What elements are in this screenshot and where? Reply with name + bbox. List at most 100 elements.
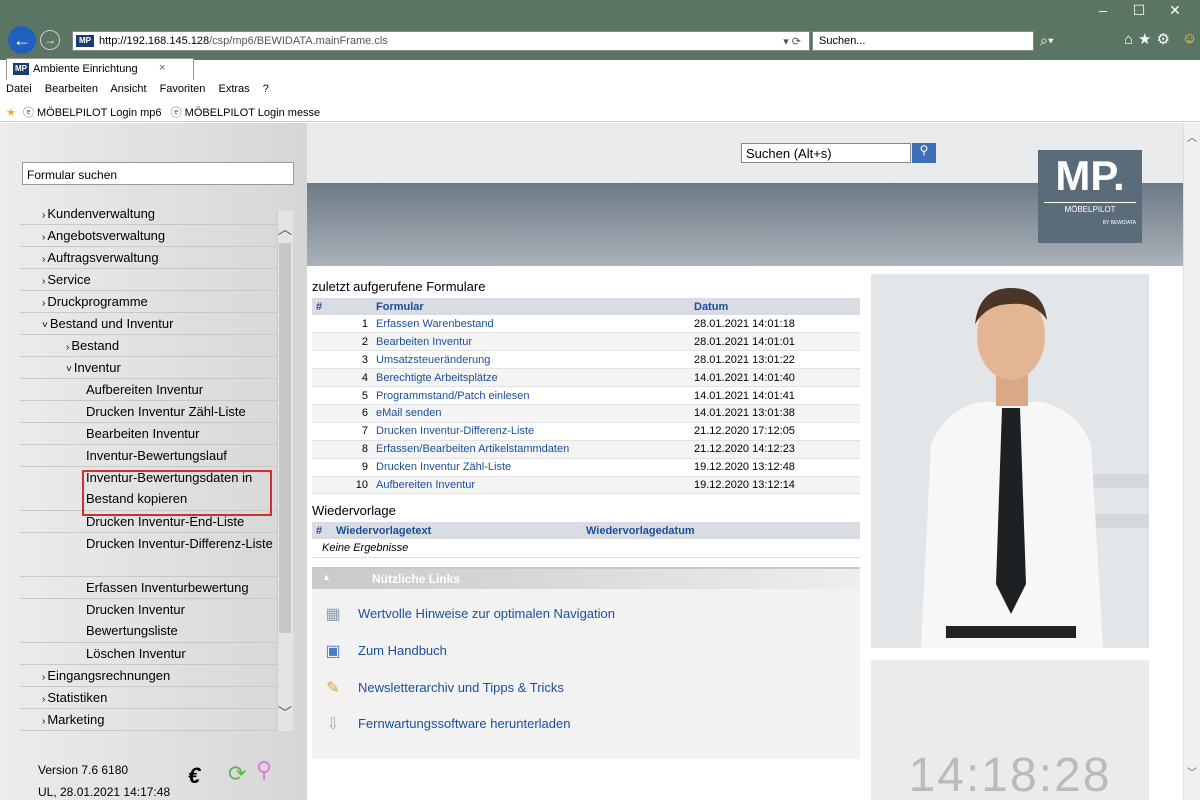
col-formular[interactable]: Formular bbox=[372, 298, 690, 315]
table-row[interactable]: 2 Bearbeiten Inventur 28.01.2021 14:01:01 bbox=[312, 332, 860, 352]
form-link[interactable]: Umsatzsteueränderung bbox=[376, 354, 490, 366]
menu-help[interactable]: ? bbox=[263, 83, 269, 95]
menu-datei[interactable]: Datei bbox=[6, 83, 32, 95]
url-path: /csp/mp6/BEWIDATA.mainFrame.cls bbox=[209, 35, 388, 47]
table-row[interactable]: 9 Drucken Inventur Zähl-Liste 19.12.2020 1… bbox=[312, 458, 860, 477]
browser-search-input[interactable]: Suchen... bbox=[812, 31, 1034, 51]
address-bar[interactable]: MP http://192.168.145.128/csp/mp6/BEWIDA… bbox=[72, 31, 810, 51]
sidebar-item[interactable]: › Service bbox=[20, 269, 278, 291]
sidebar-item[interactable]: › Auftragsverwaltung bbox=[20, 247, 278, 269]
useful-links-header[interactable]: ▲ Nützliche Links bbox=[312, 569, 860, 589]
form-link[interactable]: eMail senden bbox=[376, 407, 441, 419]
sidebar-item[interactable]: ˅ Inventur bbox=[20, 357, 278, 379]
search-dropdown-icon[interactable]: ⌕▾ bbox=[1040, 32, 1054, 49]
chevron-right-icon: › bbox=[42, 716, 46, 727]
sidebar-item[interactable]: Aufbereiten Inventur bbox=[20, 379, 278, 401]
maximize-button[interactable]: ☐ bbox=[1124, 2, 1154, 19]
sidebar-scroll-thumb[interactable] bbox=[279, 243, 291, 633]
toolbar-icons[interactable]: ⌂★⚙ bbox=[1124, 30, 1175, 48]
pin-icon[interactable]: ⚲ bbox=[256, 757, 272, 783]
table-row[interactable]: 5 Programmstand/Patch einlesen 14.01.2021 … bbox=[312, 386, 860, 405]
favorite-link-mp6[interactable]: MÖBELPILOT Login mp6 bbox=[37, 107, 162, 119]
sidebar-item[interactable]: › Eingangsrechnungen bbox=[20, 665, 278, 687]
back-button[interactable]: ← bbox=[8, 26, 36, 54]
app-search-button[interactable]: ⚲ bbox=[912, 143, 936, 163]
sidebar-item[interactable]: Löschen Inventur bbox=[20, 643, 278, 665]
link-label: Zum Handbuch bbox=[358, 643, 447, 658]
collapse-icon[interactable]: ▲ bbox=[322, 572, 331, 582]
chevron-down-icon: ˅ bbox=[42, 320, 48, 331]
sidebar-item[interactable]: ˅ Bestand und Inventur bbox=[20, 313, 278, 335]
menu-extras[interactable]: Extras bbox=[218, 83, 249, 95]
menu-bearbeiten[interactable]: Bearbeiten bbox=[45, 83, 98, 95]
sidebar-item[interactable]: Drucken Inventur-Differenz-Liste bbox=[20, 533, 278, 577]
smiley-icon[interactable]: ☺ bbox=[1182, 30, 1197, 47]
table-row[interactable]: 4 Berechtigte Arbeitsplätze 14.01.2021 14:… bbox=[312, 368, 860, 388]
table-row[interactable]: 10 Aufbereiten Inventur 19.12.2020 13:12:1… bbox=[312, 476, 860, 495]
form-link[interactable]: Erfassen/Bearbeiten Artikelstammdaten bbox=[376, 443, 569, 455]
form-link[interactable]: Drucken Inventur-Differenz-Liste bbox=[376, 425, 534, 437]
link-navigation[interactable]: ▦ Wertvolle Hinweise zur optimalen Naviga… bbox=[322, 601, 615, 627]
tab-ambiente-einrichtung[interactable]: MP Ambiente Einrichtung × bbox=[6, 58, 194, 80]
minimize-button[interactable]: – bbox=[1088, 2, 1118, 18]
table-row[interactable]: 8 Erfassen/Bearbeiten Artikelstammdaten 21… bbox=[312, 440, 860, 459]
sidebar-item[interactable]: › Druckprogramme bbox=[20, 291, 278, 313]
sidebar-item[interactable]: › Angebotsverwaltung bbox=[20, 225, 278, 247]
form-search-input[interactable]: Formular suchen bbox=[22, 162, 294, 185]
link-newsletter[interactable]: ✎ Newsletterarchiv und Tipps & Tricks bbox=[322, 675, 564, 701]
sidebar-item[interactable]: Erfassen Inventurbewertung bbox=[20, 577, 278, 599]
forward-button[interactable]: → bbox=[40, 30, 60, 50]
favorites-star-icon[interactable]: ★ bbox=[6, 107, 16, 119]
col-number[interactable]: # bbox=[312, 522, 332, 539]
menu-favoriten[interactable]: Favoriten bbox=[160, 83, 206, 95]
table-row[interactable]: 3 Umsatzsteueränderung 28.01.2021 13:01:22 bbox=[312, 350, 860, 370]
sidebar-item[interactable]: Drucken Inventur Bewertungsliste bbox=[20, 599, 278, 643]
refresh-button[interactable]: ▾ ⟳ bbox=[783, 35, 801, 48]
app-search-input[interactable]: Suchen (Alt+s) bbox=[741, 143, 911, 163]
col-wiedervorlagetext[interactable]: Wiedervorlagetext bbox=[332, 522, 582, 539]
download-icon: ⇩ bbox=[326, 715, 340, 733]
favorite-link-messe[interactable]: MÖBELPILOT Login messe bbox=[185, 107, 321, 119]
sidebar-item[interactable]: › Kundenverwaltung bbox=[20, 203, 278, 225]
sidebar-item[interactable]: › Marketing bbox=[20, 709, 278, 731]
sidebar-item[interactable]: › Statistiken bbox=[20, 687, 278, 709]
chevron-right-icon: › bbox=[42, 694, 46, 705]
tab-close-icon[interactable]: × bbox=[159, 62, 165, 74]
col-datum[interactable]: Datum bbox=[690, 298, 860, 315]
table-row[interactable]: 7 Drucken Inventur-Differenz-Liste 21.12.2… bbox=[312, 422, 860, 441]
sidebar-item[interactable]: Drucken Inventur Zähl-Liste bbox=[20, 401, 278, 423]
form-link[interactable]: Aufbereiten Inventur bbox=[376, 479, 475, 491]
scroll-up-icon[interactable]: ︿ bbox=[1184, 129, 1200, 144]
chevron-right-icon: › bbox=[42, 210, 46, 221]
sidebar-item[interactable]: Bearbeiten Inventur bbox=[20, 423, 278, 445]
form-link[interactable]: Erfassen Warenbestand bbox=[376, 318, 494, 330]
refresh-icon[interactable]: ⟳ bbox=[228, 761, 246, 787]
sidebar-item-label: Aufbereiten Inventur bbox=[86, 382, 204, 397]
date-cell: 21.12.2020 14:12:23 bbox=[690, 440, 860, 459]
link-handbuch[interactable]: ▣ Zum Handbuch bbox=[322, 638, 447, 664]
date-cell: 14.01.2021 14:01:40 bbox=[690, 368, 860, 388]
scroll-down-icon[interactable]: ﹀ bbox=[278, 703, 292, 723]
sidebar-menu: › Kundenverwaltung › Angebotsverwaltung › Auf… bbox=[20, 203, 278, 731]
form-link[interactable]: Berechtigte Arbeitsplätze bbox=[376, 372, 498, 384]
scroll-up-icon[interactable]: ︿ bbox=[278, 219, 292, 239]
form-link[interactable]: Bearbeiten Inventur bbox=[376, 336, 472, 348]
form-link[interactable]: Programmstand/Patch einlesen bbox=[376, 390, 529, 402]
search-icon: ⚲ bbox=[919, 143, 929, 157]
col-number[interactable]: # bbox=[312, 298, 372, 315]
link-fernwartung[interactable]: ⇩ Fernwartungssoftware herunterladen bbox=[322, 711, 570, 737]
sidebar-item[interactable]: › Bestand bbox=[20, 335, 278, 357]
col-wiedervorlagedatum[interactable]: Wiedervorlagedatum bbox=[582, 522, 860, 539]
euro-icon[interactable]: € bbox=[188, 763, 200, 789]
table-row[interactable]: 1 Erfassen Warenbestand 28.01.2021 14:01:1… bbox=[312, 315, 860, 334]
sidebar-item[interactable]: Inventur-Bewertungslauf bbox=[20, 445, 278, 467]
close-window-button[interactable]: ✕ bbox=[1160, 2, 1190, 19]
wiedervorlage-title: Wiedervorlage bbox=[312, 503, 396, 518]
date-cell: 19.12.2020 13:12:48 bbox=[690, 458, 860, 477]
table-row[interactable]: 6 eMail senden 14.01.2021 13:01:38 bbox=[312, 404, 860, 423]
form-link[interactable]: Drucken Inventur Zähl-Liste bbox=[376, 461, 511, 473]
sidebar-item-label: Drucken Inventur Zähl-Liste bbox=[86, 404, 246, 419]
scroll-down-icon[interactable]: ﹀ bbox=[1184, 764, 1200, 779]
menu-ansicht[interactable]: Ansicht bbox=[110, 83, 146, 95]
page-scrollbar[interactable]: ︿ ﹀ bbox=[1183, 123, 1200, 800]
